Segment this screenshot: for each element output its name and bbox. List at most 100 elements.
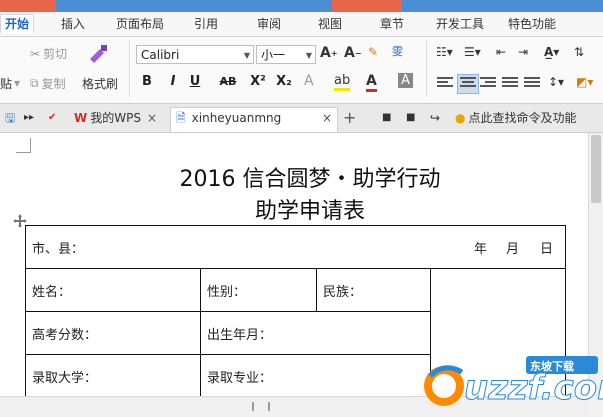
name-label: 姓名： — [32, 284, 72, 300]
document-title: 2016 信合圆梦・助学行动 — [179, 167, 441, 192]
shading-icon[interactable]: ◩▾ — [576, 75, 593, 89]
close-icon[interactable]: × — [147, 109, 157, 127]
ribbon-divider — [129, 41, 130, 97]
table-cell[interactable]: 姓名： — [25, 268, 201, 312]
italic-button[interactable]: I — [164, 73, 182, 91]
more-arrow-icon[interactable]: ▸▸ — [24, 109, 34, 127]
title-bar — [0, 0, 603, 12]
table-row: 市、县： 年 月 日 — [25, 225, 566, 269]
score-label: 高考分数： — [32, 327, 98, 343]
tab-review[interactable]: 审阅 — [257, 15, 281, 33]
wps-logo-icon: W — [74, 111, 88, 125]
subscript-button[interactable]: X₂ — [274, 73, 294, 91]
font-size-value: 小一 — [261, 48, 286, 62]
tab-sections[interactable]: 章节 — [380, 15, 404, 33]
wps-writer-window: 开始 插入 页面布局 引用 审阅 视图 章节 开发工具 特色功能 贴 ▼ ✂ 剪… — [0, 0, 603, 417]
paste-button[interactable]: 贴 ▼ — [0, 75, 20, 92]
tab-my-wps[interactable]: W 我的WPS × — [74, 109, 157, 127]
tab-home[interactable]: 开始 — [0, 14, 35, 33]
window-icon[interactable]: ■ — [406, 109, 415, 127]
table-cell[interactable]: 民族： — [316, 268, 431, 312]
tab-view[interactable]: 视图 — [318, 15, 342, 33]
char-shading-icon[interactable]: A — [398, 73, 413, 88]
day-label: 日 — [540, 242, 554, 257]
tab-insert[interactable]: 插入 — [61, 15, 85, 33]
share-icon[interactable]: ↪ — [430, 109, 440, 127]
numbered-list-icon[interactable]: ☰▾ — [464, 45, 481, 59]
table-cell[interactable]: 录取专业： — [200, 354, 431, 398]
search-command-box[interactable]: ● 点此查找命令及功能 — [455, 109, 577, 127]
new-tab-button[interactable]: + — [343, 109, 356, 127]
table-cell[interactable]: 录取大学： — [25, 354, 201, 398]
document-icon: 🗎 — [176, 111, 186, 125]
font-name-value: Calibri — [141, 48, 180, 62]
superscript-button[interactable]: X² — [248, 73, 268, 91]
justify-icon[interactable] — [502, 77, 518, 91]
tab-references[interactable]: 引用 — [194, 15, 218, 33]
document-tab-content: 🗎 xinheyuanmng — [176, 109, 281, 127]
cut-button[interactable]: ✂ 剪切 — [30, 45, 67, 62]
highlight-color-icon[interactable]: ab — [334, 73, 351, 91]
pin-icon[interactable]: ✔ — [48, 109, 56, 127]
document-tab-bar: 🖫 ▸▸ ✔ W 我的WPS × 🗎 xinheyuanmng × + ■ ■ … — [0, 104, 603, 133]
tab-developer[interactable]: 开发工具 — [436, 15, 484, 33]
chinese-layout-icon[interactable]: A̲▾ — [544, 45, 559, 59]
scrollbar-thumb[interactable] — [591, 135, 601, 203]
major-label: 录取专业： — [207, 370, 273, 386]
scrollbar-grip[interactable] — [252, 402, 270, 411]
page-margin-marker — [16, 138, 31, 153]
table-cell[interactable]: 出生年月： — [200, 311, 431, 355]
search-command-label: 点此查找命令及功能 — [468, 111, 577, 125]
title-bar-highlight — [332, 0, 402, 12]
align-center-icon[interactable] — [457, 74, 479, 94]
align-left-icon[interactable] — [437, 77, 453, 91]
format-painter-button[interactable]: 格式刷 — [82, 75, 118, 92]
strikethrough-button[interactable]: AB — [216, 73, 240, 91]
table-cell[interactable]: 性别： — [200, 268, 317, 312]
grow-font-button[interactable]: A + — [320, 45, 338, 61]
ribbon-divider — [426, 41, 427, 97]
chevron-down-icon: ▼ — [305, 51, 312, 60]
gender-label: 性别： — [207, 284, 247, 300]
cut-label: 剪切 — [43, 47, 68, 61]
paste-label: 贴 — [0, 77, 13, 91]
font-color-icon[interactable]: A — [366, 73, 377, 92]
text-effect-icon[interactable]: A — [304, 73, 314, 89]
close-icon[interactable]: × — [322, 109, 332, 127]
shrink-font-button[interactable]: A − — [344, 45, 362, 61]
month-label: 月 — [506, 242, 520, 257]
increase-indent-icon[interactable]: ⇥ — [518, 45, 528, 59]
decrease-indent-icon[interactable]: ⇤ — [496, 45, 506, 59]
phonetic-guide-label: 雯 — [392, 45, 403, 58]
font-name-select[interactable]: Calibri ▼ — [136, 45, 254, 64]
table-cell[interactable]: 市、县： 年 月 日 — [25, 225, 566, 269]
bullet-list-icon[interactable]: ☷▾ — [436, 45, 453, 59]
underline-button[interactable]: U — [186, 73, 204, 91]
copy-button[interactable]: ⧉ 复制 — [30, 75, 66, 92]
menu-bar: 开始 插入 页面布局 引用 审阅 视图 章节 开发工具 特色功能 — [0, 12, 603, 37]
watermark-tag: 东坡下载 — [530, 360, 574, 373]
window-icon[interactable]: ■ — [382, 109, 391, 127]
tab-my-wps-label: 我的WPS — [90, 111, 141, 125]
app-menu-button[interactable] — [0, 0, 56, 12]
scissors-icon: ✂ — [30, 46, 41, 61]
font-size-select[interactable]: 小一 ▼ — [256, 45, 316, 64]
table-cell[interactable]: 高考分数： — [25, 311, 201, 355]
clear-format-icon[interactable]: ✎ — [368, 45, 378, 59]
phonetic-guide-button[interactable]: 雯 — [392, 43, 403, 59]
align-right-icon[interactable] — [480, 77, 496, 91]
format-painter-icon — [86, 43, 114, 67]
distributed-icon[interactable] — [524, 77, 540, 91]
sort-icon[interactable]: ⇅ — [574, 45, 584, 59]
bold-button[interactable]: B — [138, 73, 156, 91]
save-icon[interactable]: 🖫 — [5, 109, 15, 127]
tab-page-layout[interactable]: 页面布局 — [116, 15, 164, 33]
ethnicity-label: 民族： — [323, 284, 363, 300]
table-row: 姓名： 性别： 民族： — [25, 268, 566, 398]
line-spacing-icon[interactable]: ↕▾ — [548, 75, 564, 89]
watermark-brand: uzzf.com — [464, 368, 603, 409]
tab-special-features[interactable]: 特色功能 — [508, 15, 556, 33]
lightbulb-icon: ● — [455, 111, 466, 125]
copy-icon: ⧉ — [30, 76, 39, 90]
tab-document-label: xinheyuanmng — [191, 111, 282, 125]
